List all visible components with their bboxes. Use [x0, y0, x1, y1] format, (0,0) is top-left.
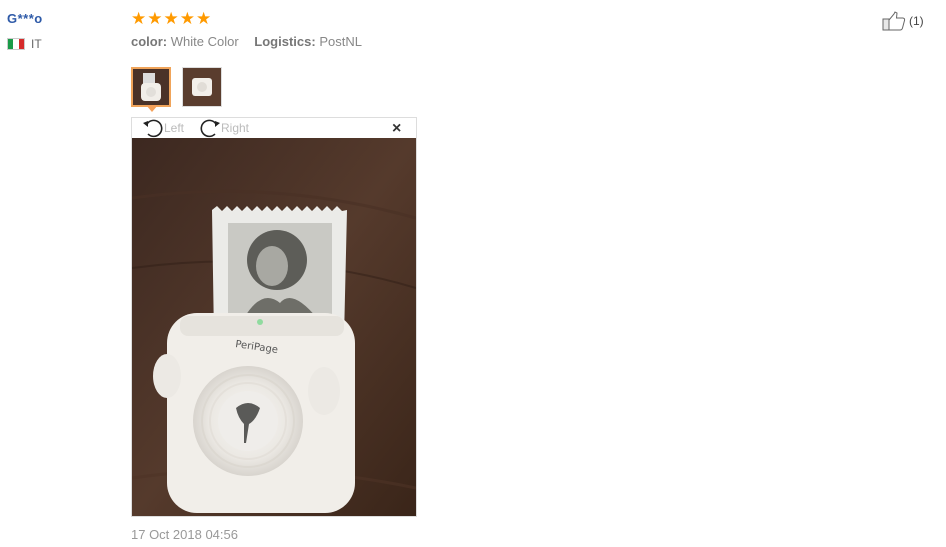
photo-viewer: Left Right × PeriPage	[131, 117, 417, 517]
rotate-left-icon	[143, 119, 163, 138]
active-thumb-pointer	[146, 105, 158, 112]
star-icon: ★	[196, 9, 212, 28]
review-photo-thumb[interactable]	[131, 67, 171, 107]
thumbs-up-icon	[882, 11, 906, 31]
review-photo: PeriPage	[132, 138, 416, 516]
star-icon: ★	[163, 9, 179, 28]
rotate-right-label: Right	[221, 121, 250, 135]
star-icon: ★	[179, 9, 195, 28]
rotate-left-button[interactable]: Left	[142, 118, 184, 138]
close-icon[interactable]: ×	[392, 120, 401, 138]
italy-flag-icon	[7, 38, 25, 50]
rotate-right-icon	[200, 119, 220, 138]
helpful-button[interactable]: (1)	[882, 11, 924, 31]
color-label: color:	[131, 34, 168, 49]
viewer-toolbar: Left Right ×	[132, 118, 416, 138]
rotate-right-button[interactable]: Right	[199, 118, 249, 138]
logistics-value: PostNL	[319, 34, 362, 49]
reviewer-country: IT	[7, 37, 42, 51]
star-icon: ★	[147, 9, 163, 28]
reviewer-name[interactable]: G***o	[7, 11, 43, 26]
rotate-left-label: Left	[164, 121, 185, 135]
review-date: 17 Oct 2018 04:56	[131, 527, 238, 542]
color-value: White Color	[170, 34, 239, 49]
review-photo-thumb[interactable]	[182, 67, 222, 107]
country-code: IT	[31, 37, 42, 51]
helpful-count: (1)	[909, 14, 924, 28]
order-attributes: color: White Color Logistics: PostNL	[131, 34, 374, 49]
star-icon: ★	[131, 9, 147, 28]
rating-stars: ★ ★ ★ ★ ★	[131, 10, 211, 27]
logistics-label: Logistics:	[254, 34, 316, 49]
